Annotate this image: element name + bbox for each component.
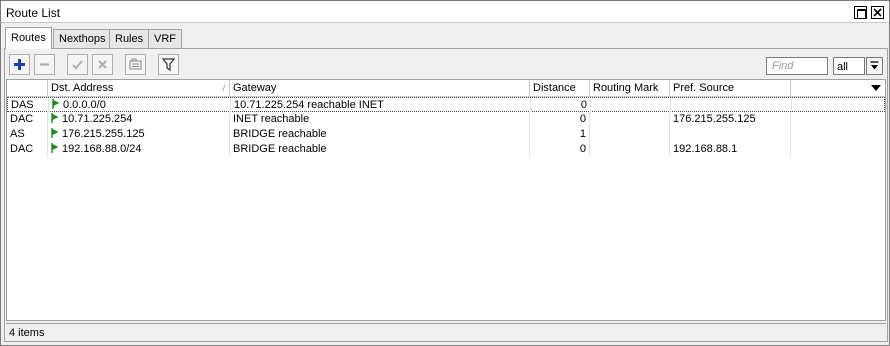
column-header-dst-address-label: Dst. Address — [51, 82, 114, 94]
cell-flags: DAC — [7, 112, 48, 127]
tab-vrf[interactable]: VRF — [148, 29, 182, 48]
cell-gateway: BRIDGE reachable — [230, 142, 530, 157]
routes-panel: Find all Dst. Address / Gateway Distance… — [4, 48, 888, 342]
cell-pref-source: 176.215.255.125 — [670, 112, 791, 127]
cell-pref-source — [670, 127, 791, 142]
cell-routing-mark — [590, 127, 670, 142]
cell-distance: 1 — [530, 127, 590, 142]
cell-gateway: BRIDGE reachable — [230, 127, 530, 142]
enable-icon — [72, 60, 83, 70]
routes-table: Dst. Address / Gateway Distance Routing … — [6, 79, 886, 321]
column-menu-button[interactable] — [867, 80, 885, 97]
filter-icon — [161, 58, 176, 72]
cell-distance: 0 — [530, 142, 590, 157]
scope-dropdown-button[interactable] — [866, 57, 883, 75]
cell-dst-address: 10.71.225.254 — [48, 112, 230, 127]
cell-distance: 0 — [530, 112, 590, 127]
cell-routing-mark — [590, 112, 670, 127]
add-icon — [14, 59, 25, 70]
cell-gateway: INET reachable — [230, 112, 530, 127]
table-header: Dst. Address / Gateway Distance Routing … — [7, 80, 885, 97]
route-flag-icon — [51, 143, 59, 153]
close-icon[interactable] — [871, 6, 884, 19]
comment-icon — [129, 58, 142, 70]
column-header-routing-mark[interactable]: Routing Mark — [590, 80, 670, 97]
tab-rules[interactable]: Rules — [109, 29, 150, 48]
column-header-gateway[interactable]: Gateway — [230, 80, 530, 97]
tab-nexthops[interactable]: Nexthops — [53, 29, 112, 48]
cell-gateway: 10.71.225.254 reachable INET — [231, 98, 531, 113]
comment-button[interactable] — [125, 54, 146, 75]
route-flag-icon — [51, 128, 59, 138]
cell-routing-mark — [591, 98, 671, 113]
cell-flags: AS — [7, 127, 48, 142]
table-row[interactable]: DAC 192.168.88.0/24 BRIDGE reachable 0 1… — [7, 142, 885, 157]
search-scope-select[interactable]: all — [833, 57, 865, 75]
add-button[interactable] — [9, 54, 30, 75]
remove-button[interactable] — [34, 54, 55, 75]
chevron-down-icon — [871, 85, 881, 91]
column-header-distance[interactable]: Distance — [530, 80, 590, 97]
route-list-window: Route List Routes Nexthops Rules VRF Fin… — [0, 0, 890, 346]
cell-pref-source: 192.168.88.1 — [670, 142, 791, 157]
title-bar[interactable]: Route List — [1, 1, 889, 23]
chevron-down-icon — [870, 61, 879, 70]
cell-distance: 0 — [531, 98, 591, 113]
enable-button[interactable] — [67, 54, 88, 75]
disable-icon — [98, 60, 107, 69]
cell-dst-address: 0.0.0.0/0 — [49, 98, 231, 113]
cell-dst-address: 192.168.88.0/24 — [48, 142, 230, 157]
table-row[interactable]: DAS 0.0.0.0/0 10.71.225.254 reachable IN… — [7, 97, 885, 113]
route-flag-icon — [52, 99, 60, 109]
disable-button[interactable] — [92, 54, 113, 75]
sort-indicator: / — [222, 84, 225, 93]
column-header-flags[interactable] — [7, 80, 48, 97]
search-input[interactable]: Find — [766, 57, 828, 75]
table-row[interactable]: DAC 10.71.225.254 INET reachable 0 176.2… — [7, 112, 885, 127]
window-title: Route List — [6, 6, 61, 20]
restore-icon[interactable] — [854, 6, 867, 19]
cell-pref-source — [671, 98, 792, 113]
item-count: 4 items — [9, 327, 45, 339]
filter-button[interactable] — [158, 54, 179, 75]
tab-routes[interactable]: Routes — [5, 27, 52, 49]
cell-flags: DAS — [8, 98, 49, 113]
column-header-dst-address[interactable]: Dst. Address / — [48, 80, 230, 97]
remove-icon — [40, 63, 49, 66]
cell-routing-mark — [590, 142, 670, 157]
cell-dst-address: 176.215.255.125 — [48, 127, 230, 142]
column-header-pref-source[interactable]: Pref. Source — [670, 80, 791, 97]
status-bar: 4 items — [6, 323, 886, 340]
table-row[interactable]: AS 176.215.255.125 BRIDGE reachable 1 — [7, 127, 885, 142]
cell-flags: DAC — [7, 142, 48, 157]
route-flag-icon — [51, 113, 59, 123]
